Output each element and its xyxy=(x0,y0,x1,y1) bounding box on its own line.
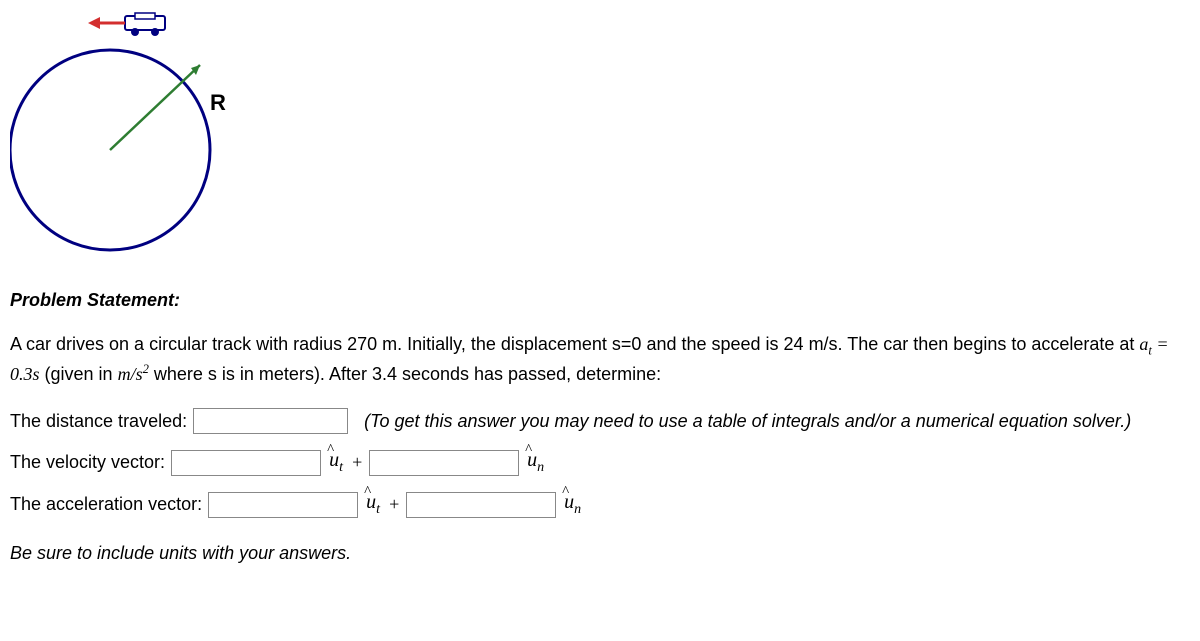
acceleration-row: The acceleration vector: ^ut + ^un xyxy=(10,491,1190,518)
distance-row: The distance traveled: (To get this answ… xyxy=(10,408,1190,434)
distance-hint: (To get this answer you may need to use … xyxy=(364,411,1131,432)
velocity-ut-input[interactable] xyxy=(171,450,321,476)
velocity-row: The velocity vector: ^ut + ^un xyxy=(10,449,1190,476)
problem-description: A car drives on a circular track with ra… xyxy=(10,331,1190,388)
var-m: m xyxy=(118,364,131,384)
un-hat-symbol: ^un xyxy=(525,449,546,476)
un-hat-symbol-2: ^un xyxy=(562,491,583,518)
svg-text:R: R xyxy=(210,90,226,115)
velocity-label: The velocity vector: xyxy=(10,452,165,473)
var-s2: s xyxy=(136,364,143,384)
acceleration-label: The acceleration vector: xyxy=(10,494,202,515)
problem-text-1: A car drives on a circular track with ra… xyxy=(10,334,1139,354)
problem-statement-heading: Problem Statement: xyxy=(10,290,1190,311)
units-note: Be sure to include units with your answe… xyxy=(10,543,1190,564)
plus-1: + xyxy=(351,452,363,473)
ut-hat-symbol: ^ut xyxy=(327,449,345,476)
var-s: s xyxy=(33,364,40,384)
distance-label: The distance traveled: xyxy=(10,411,187,432)
problem-text-2: where s is in meters). After 3.4 seconds… xyxy=(149,364,661,384)
acceleration-un-input[interactable] xyxy=(406,492,556,518)
acceleration-ut-input[interactable] xyxy=(208,492,358,518)
given-in-text: (given in xyxy=(40,364,118,384)
circular-track-diagram: R xyxy=(10,10,290,280)
distance-input[interactable] xyxy=(193,408,348,434)
ut-hat-symbol-2: ^ut xyxy=(364,491,382,518)
velocity-un-input[interactable] xyxy=(369,450,519,476)
plus-2: + xyxy=(388,494,400,515)
